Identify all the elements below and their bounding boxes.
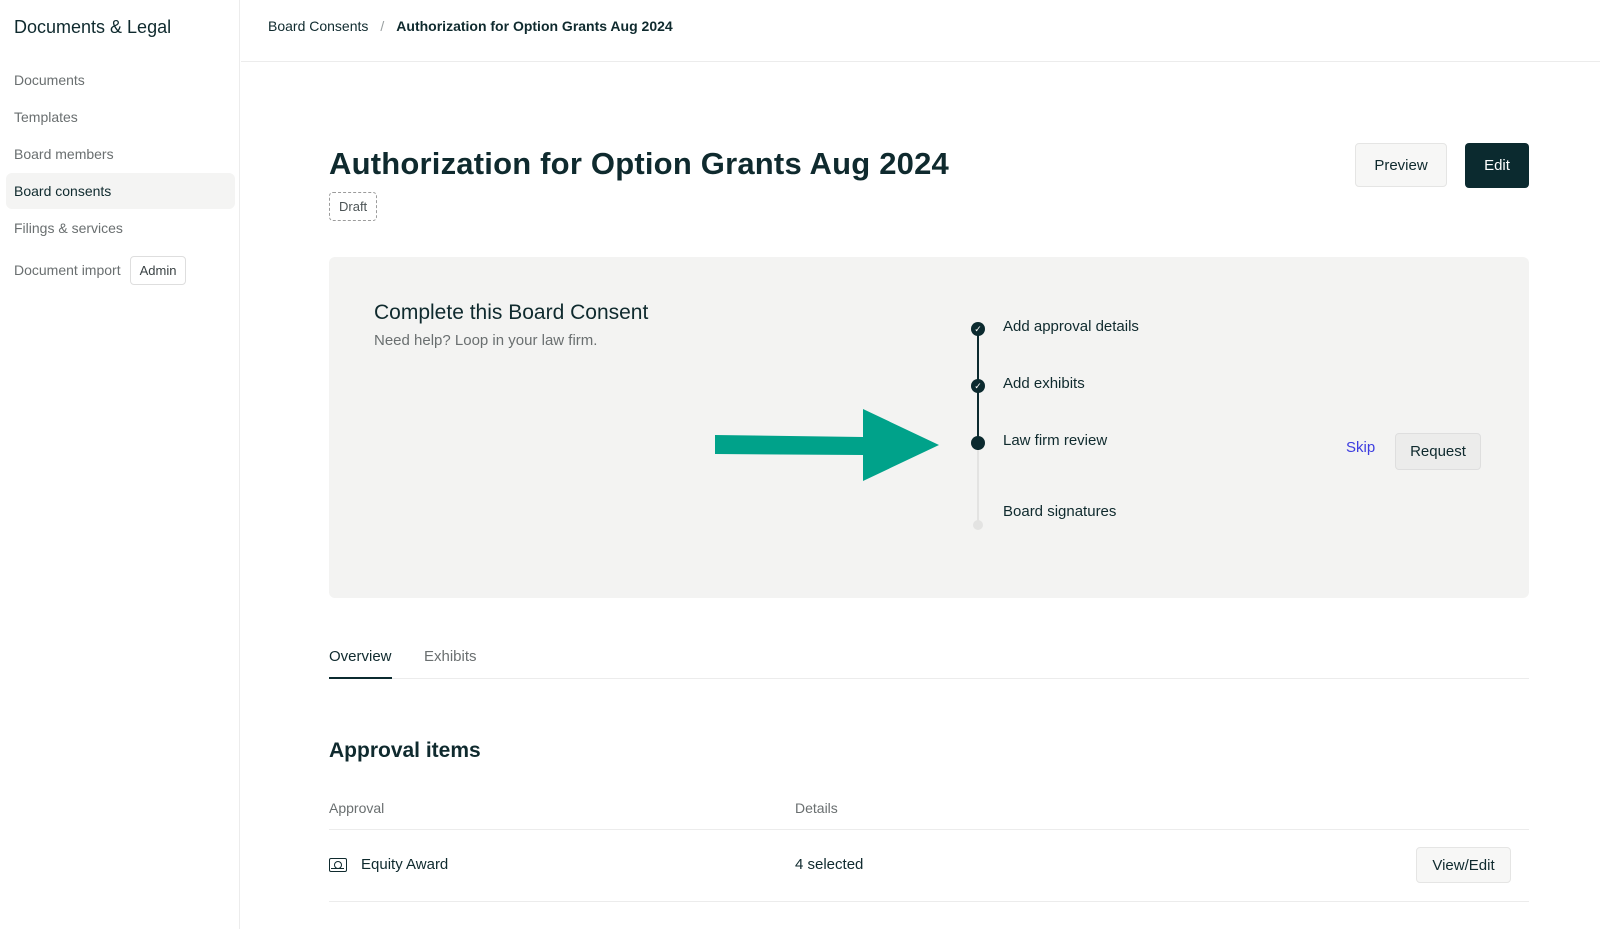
preview-button[interactable]: Preview [1355,143,1447,187]
view-edit-button[interactable]: View/Edit [1416,847,1511,883]
tab-bar: Overview Exhibits [329,640,1529,679]
pending-step-dot-icon [973,520,983,530]
edit-button[interactable]: Edit [1465,143,1529,188]
sidebar-item-label: Document import [14,262,121,278]
step-add-exhibits: Add exhibits [1003,375,1085,392]
table-header: Approval Details [329,795,1529,830]
money-bill-icon [329,858,347,872]
step-board-signatures: Board signatures [1003,503,1117,520]
breadcrumb-current: Authorization for Option Grants Aug 2024 [396,18,673,34]
page-title: Authorization for Option Grants Aug 2024 [329,146,949,181]
sidebar-title: Documents & Legal [14,17,172,37]
step-add-approval-details: Add approval details [1003,318,1139,335]
tab-exhibits[interactable]: Exhibits [424,648,477,677]
sidebar: Documents & Legal Documents Templates Bo… [0,0,240,929]
sidebar-item-templates[interactable]: Templates [6,99,235,135]
sidebar-item-documents[interactable]: Documents [6,62,235,98]
check-icon: ✓ [971,322,985,336]
approval-items-title: Approval items [329,739,481,762]
check-icon: ✓ [971,379,985,393]
request-button[interactable]: Request [1395,433,1481,470]
arrow-right-icon [715,409,939,481]
skip-link[interactable]: Skip [1346,439,1375,456]
sidebar-item-board-members[interactable]: Board members [6,136,235,172]
admin-badge: Admin [129,255,187,285]
table-row: Equity Award 4 selected View/Edit [329,830,1529,902]
approval-name: Equity Award [361,856,449,873]
panel-subtitle: Need help? Loop in your law firm. [374,332,598,349]
current-step-dot-icon [971,436,985,450]
sidebar-nav: Documents Templates Board members Board … [6,62,235,293]
tab-overview[interactable]: Overview [329,648,392,679]
top-bar: Board Consents / Authorization for Optio… [241,0,1600,62]
column-header-approval: Approval [329,800,385,816]
sidebar-item-document-import[interactable]: Document import Admin [6,248,235,292]
status-badge: Draft [329,192,378,221]
panel-title: Complete this Board Consent [374,301,649,324]
sidebar-item-board-consents[interactable]: Board consents [6,173,235,209]
breadcrumb-board-consents[interactable]: Board Consents [268,18,368,34]
column-header-details: Details [795,800,838,816]
breadcrumb-separator: / [380,18,385,34]
timeline-pending-line [977,450,979,522]
approval-details: 4 selected [795,856,864,873]
step-law-firm-review: Law firm review [1003,432,1108,449]
breadcrumb: Board Consents / Authorization for Optio… [268,18,673,34]
sidebar-item-filings-services[interactable]: Filings & services [6,210,235,246]
consent-progress-panel: Complete this Board Consent Need help? L… [329,257,1529,598]
approval-items-table: Approval Details Equity Award 4 selected… [329,795,1529,902]
